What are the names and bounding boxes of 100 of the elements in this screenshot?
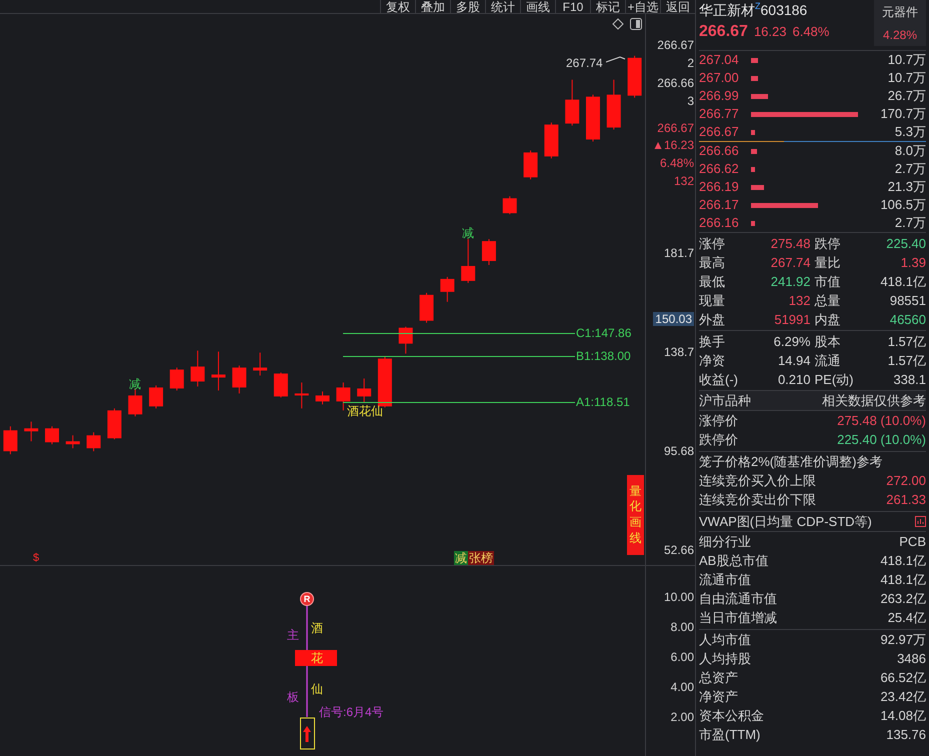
stat-label: 量比: [814, 254, 840, 272]
indicator-axis-label: 6.00: [670, 650, 694, 664]
stat-value: 23.42亿: [880, 688, 926, 706]
stat-value: 225.40 (10.0%): [837, 431, 926, 449]
stat-label: 换手: [699, 332, 725, 350]
stat-value: 92.97万: [880, 631, 926, 649]
bar-chart-icon[interactable]: [915, 516, 926, 527]
volume-bar: [751, 148, 757, 154]
toolbar-button[interactable]: 标记: [590, 0, 625, 14]
indicator-axis-label: 2.00: [670, 710, 694, 724]
stat-label: 总资产: [699, 669, 738, 687]
price-change: 16.23: [754, 23, 786, 41]
stat-value: 0.210: [778, 370, 810, 388]
chart-label: 主: [287, 627, 299, 644]
volume-bar: [751, 184, 764, 190]
price-axis-label: ▲16.23: [652, 138, 694, 152]
chart-label: 板: [287, 689, 299, 706]
stat-label: 股本: [814, 332, 840, 350]
toolbar-button[interactable]: 多股: [450, 0, 485, 14]
section-title: 笼子价格2%(随基准价调整)参考: [699, 453, 884, 471]
candle: [628, 55, 642, 98]
stat-value: 275.48 (10.0%): [837, 412, 926, 430]
volume-bar: [751, 166, 755, 172]
candle: [586, 94, 600, 142]
stock-name: 华正新材: [699, 1, 755, 19]
candle: [294, 382, 309, 409]
volume-bar: [751, 94, 768, 98]
stat-value: 46560: [890, 310, 926, 328]
signal-marker: $: [33, 551, 40, 566]
stat-label: 自由流通市值: [699, 590, 777, 608]
order-volume: 5.3万: [894, 123, 926, 141]
panel-toggle-icon[interactable]: [630, 18, 642, 30]
candle: [107, 408, 122, 440]
candle: [524, 150, 538, 180]
order-price: 266.17: [699, 196, 740, 214]
change-percent: 6.48%: [792, 23, 830, 41]
candle: [253, 352, 268, 376]
stat-label: 人均市值: [699, 631, 751, 649]
vwap-link[interactable]: VWAP图(日均量 CDP-STD等): [699, 512, 872, 530]
stat-value: 3486: [897, 650, 926, 668]
toolbar-button[interactable]: 画线: [520, 0, 555, 14]
volume-bar: [751, 130, 755, 134]
candle: [274, 372, 288, 398]
order-price: 266.99: [699, 87, 740, 105]
price-axis-label: 266.66: [657, 76, 694, 90]
candle: [606, 79, 621, 130]
signal-date-label: 信号:6月4号: [319, 704, 384, 721]
candle: [211, 351, 226, 391]
stat-label: 资本公积金: [699, 707, 764, 725]
candle: [482, 238, 496, 266]
order-price: 266.67: [699, 123, 740, 141]
stat-value: PCB: [899, 533, 926, 551]
stat-value: 267.74: [770, 254, 810, 272]
price-axis-label: 150.03: [653, 312, 694, 326]
stat-label: 现量: [699, 292, 725, 310]
stat-value: 66.52亿: [880, 669, 926, 687]
toolbar-button[interactable]: 复权: [380, 0, 415, 14]
stat-value: 25.4亿: [888, 609, 926, 627]
toolbar-button[interactable]: F10: [555, 0, 590, 14]
candle: [357, 378, 372, 403]
stat-label: 涨停价: [699, 412, 738, 430]
stat-value: 98551: [890, 292, 926, 310]
stat-label: 最低: [699, 272, 725, 290]
toolbar-button[interactable]: 返回: [660, 0, 695, 14]
sector-card[interactable]: 元器件 4.28%: [874, 0, 926, 46]
stat-value: 418.1亿: [880, 571, 926, 589]
stat-label: 收益(-): [699, 370, 738, 388]
candle: [86, 432, 101, 452]
stat-value: 14.08亿: [880, 707, 926, 725]
order-price: 267.00: [699, 69, 740, 87]
toolbar-button[interactable]: 统计: [485, 0, 520, 14]
stat-value: 135.76: [886, 726, 926, 744]
signal-badge: 减: [454, 551, 468, 565]
toolbar-button[interactable]: +自选: [625, 0, 660, 14]
high-price-label: 267.74: [566, 55, 603, 72]
stat-value: 275.48: [770, 234, 810, 252]
stat-label: 流通: [814, 352, 840, 370]
toolbar-button[interactable]: 叠加: [415, 0, 450, 14]
candle: [544, 122, 558, 159]
current-price: 266.67: [699, 23, 748, 41]
candle: [398, 326, 413, 354]
candle: [190, 350, 205, 387]
stat-value: 418.1亿: [880, 272, 926, 290]
signal-badge: 张榜: [468, 551, 494, 565]
indicator-axis-label: 4.00: [670, 680, 694, 694]
chart-annotation: 减: [462, 225, 474, 242]
stat-label: 跌停: [814, 234, 840, 252]
stat-label: AB股总市值: [699, 552, 768, 570]
price-axis-label: 2: [687, 56, 694, 70]
candle: [232, 365, 246, 394]
order-price: 266.19: [699, 178, 740, 196]
order-price: 267.04: [699, 51, 740, 69]
stat-label: 外盘: [699, 310, 725, 328]
candle: [440, 276, 454, 302]
candle: [420, 292, 434, 324]
order-volume: 8.0万: [894, 142, 926, 160]
volume-bar: [751, 76, 758, 80]
stat-label: 细分行业: [699, 533, 751, 551]
order-volume: 26.7万: [886, 87, 926, 105]
stat-label: 总量: [814, 292, 840, 310]
